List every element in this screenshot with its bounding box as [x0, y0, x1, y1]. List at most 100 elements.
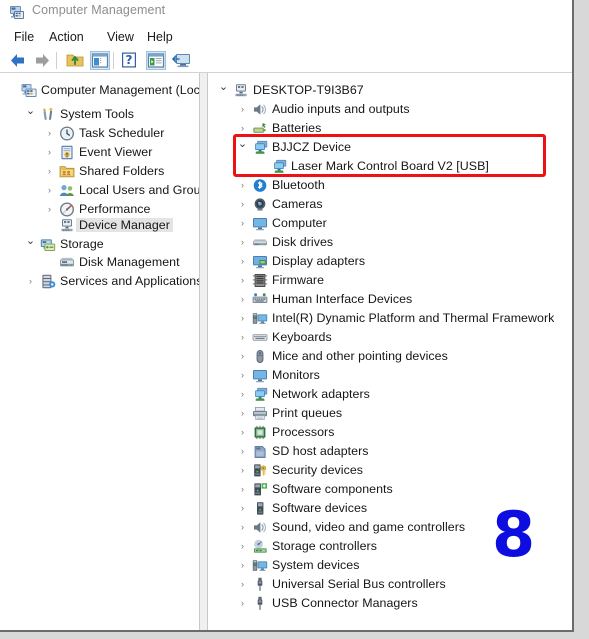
storage-controller-icon [252, 539, 268, 554]
console-tree-item[interactable]: ⌄ System Tools [0, 105, 199, 124]
device-tree-item[interactable]: › Cameras [208, 195, 572, 214]
console-tree-item[interactable]: ⌄ Storage [0, 235, 199, 254]
device-tree-item[interactable]: › Firmware [208, 271, 572, 290]
device-tree-item-label: DESKTOP-T9I3B67 [253, 83, 364, 97]
chevron-right-icon[interactable]: › [237, 294, 248, 305]
device-tree-item[interactable]: › Disk drives [208, 233, 572, 252]
console-tree-item-label: System Tools [60, 107, 135, 121]
disk-drive-icon [252, 235, 268, 250]
device-tree-item[interactable]: › Keyboards [208, 328, 572, 347]
device-tree-item[interactable]: › USB Connector Managers [208, 594, 572, 613]
chevron-right-icon[interactable]: › [237, 541, 248, 552]
device-tree-item[interactable]: › Bluetooth [208, 176, 572, 195]
device-tree-item[interactable]: › Mice and other pointing devices [208, 347, 572, 366]
console-tree-item[interactable]: Disk Management [0, 253, 199, 272]
chevron-right-icon[interactable]: › [237, 484, 248, 495]
device-tree-item[interactable]: Laser Mark Control Board V2 [USB] [208, 157, 572, 176]
device-tree-item[interactable]: › Software devices [208, 499, 572, 518]
back-button[interactable] [8, 51, 28, 70]
chevron-right-icon[interactable]: › [237, 389, 248, 400]
device-tree-item[interactable]: › Batteries [208, 119, 572, 138]
device-tree-item[interactable]: › Network adapters [208, 385, 572, 404]
services-icon [40, 274, 56, 289]
device-tree-item[interactable]: › Security devices [208, 461, 572, 480]
device-tree-item[interactable]: › Print queues [208, 404, 572, 423]
device-manager-pane[interactable]: ⌄ DESKTOP-T9I3B67 › Audio inputs and outp… [208, 73, 572, 630]
device-tree-item[interactable]: › Audio inputs and outputs [208, 100, 572, 119]
chevron-right-icon[interactable]: › [237, 237, 248, 248]
chevron-right-icon[interactable]: › [237, 446, 248, 457]
chevron-down-icon[interactable]: ⌄ [218, 82, 229, 93]
menu-file[interactable]: File [10, 29, 38, 45]
chevron-right-icon[interactable]: › [44, 128, 55, 139]
chevron-right-icon[interactable]: › [237, 275, 248, 286]
chevron-right-icon[interactable]: › [237, 408, 248, 419]
menu-help[interactable]: Help [143, 29, 177, 45]
device-tree-item[interactable]: › Universal Serial Bus controllers [208, 575, 572, 594]
chevron-right-icon[interactable]: › [237, 104, 248, 115]
console-tree-item[interactable]: Device Manager [0, 216, 199, 235]
device-tree-item[interactable]: › Processors [208, 423, 572, 442]
console-tree-item[interactable]: › Local Users and Groups [0, 181, 199, 200]
chevron-right-icon[interactable]: › [237, 579, 248, 590]
chevron-right-icon[interactable]: › [237, 351, 248, 362]
device-tree-item[interactable]: › Monitors [208, 366, 572, 385]
computer-management-icon [9, 4, 26, 21]
chevron-right-icon[interactable]: › [237, 199, 248, 210]
chevron-down-icon[interactable]: ⌄ [25, 106, 36, 117]
chevron-down-icon[interactable]: ⌄ [237, 139, 248, 150]
forward-button[interactable] [32, 51, 52, 70]
menu-action[interactable]: Action [45, 29, 88, 45]
chevron-right-icon[interactable]: › [237, 218, 248, 229]
hid-icon [252, 292, 268, 307]
chevron-right-icon[interactable]: › [237, 427, 248, 438]
device-tree-item[interactable]: › Storage controllers [208, 537, 572, 556]
device-tree-item[interactable]: ⌄ BJJCZ Device [208, 138, 572, 157]
chevron-right-icon[interactable]: › [237, 465, 248, 476]
display-monitor-button[interactable] [171, 51, 192, 70]
help-button[interactable]: ? [120, 51, 140, 70]
up-one-level-button[interactable] [65, 51, 85, 70]
chevron-right-icon[interactable]: › [44, 185, 55, 196]
properties-panel-button[interactable] [146, 51, 166, 70]
console-tree-item-label: Disk Management [79, 255, 180, 269]
chevron-right-icon[interactable]: › [237, 332, 248, 343]
chevron-right-icon[interactable]: › [25, 276, 36, 287]
firmware-chip-icon [252, 273, 268, 288]
console-tree-item[interactable]: › Event Viewer [0, 143, 199, 162]
console-tree-item[interactable]: › Services and Applications [0, 272, 199, 291]
device-tree-item[interactable]: › Intel(R) Dynamic Platform and Thermal … [208, 309, 572, 328]
processor-icon [252, 425, 268, 440]
console-tree-item-label: Services and Applications [60, 274, 199, 288]
chevron-right-icon[interactable]: › [237, 123, 248, 134]
chevron-right-icon[interactable]: › [237, 370, 248, 381]
chevron-down-icon[interactable]: ⌄ [25, 236, 36, 247]
device-tree-item[interactable]: › Computer [208, 214, 572, 233]
console-tree-item[interactable]: Computer Management (Local) [0, 81, 199, 100]
console-tree-item[interactable]: › Task Scheduler [0, 124, 199, 143]
console-tree-item[interactable]: › Shared Folders [0, 162, 199, 181]
device-tree-item[interactable]: › Sound, video and game controllers [208, 518, 572, 537]
chevron-right-icon[interactable]: › [237, 522, 248, 533]
console-tree-pane[interactable]: Computer Management (Local) ⌄ System Tool… [0, 73, 199, 630]
chevron-right-icon[interactable]: › [44, 147, 55, 158]
network-adapter-icon [271, 159, 287, 174]
device-tree-item[interactable]: ⌄ DESKTOP-T9I3B67 [208, 81, 572, 100]
chevron-right-icon[interactable]: › [237, 598, 248, 609]
device-tree-item-label: System devices [272, 558, 360, 572]
chevron-right-icon[interactable]: › [237, 256, 248, 267]
show-hide-tree-button[interactable] [90, 51, 110, 70]
chevron-right-icon[interactable]: › [237, 503, 248, 514]
device-tree-item[interactable]: › SD host adapters [208, 442, 572, 461]
device-tree-item[interactable]: › Display adapters [208, 252, 572, 271]
chevron-right-icon[interactable]: › [237, 313, 248, 324]
device-tree-item[interactable]: › System devices [208, 556, 572, 575]
pane-splitter[interactable] [199, 73, 208, 630]
menu-view[interactable]: View [103, 29, 138, 45]
device-tree-item[interactable]: › Software components [208, 480, 572, 499]
chevron-right-icon[interactable]: › [44, 166, 55, 177]
chevron-right-icon[interactable]: › [44, 204, 55, 215]
chevron-right-icon[interactable]: › [237, 560, 248, 571]
device-tree-item[interactable]: › Human Interface Devices [208, 290, 572, 309]
chevron-right-icon[interactable]: › [237, 180, 248, 191]
